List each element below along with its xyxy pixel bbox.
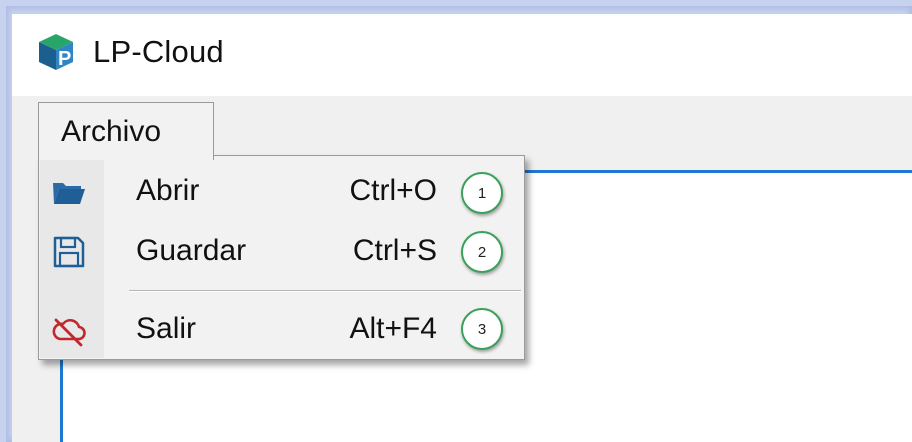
menu-item-label: Guardar <box>136 234 247 267</box>
menu-item-shortcut: Ctrl+O <box>349 174 437 207</box>
callout-badge-3: 3 <box>461 308 503 350</box>
menu-item-label: Abrir <box>136 174 200 207</box>
menu-item-salir[interactable]: Salir Alt+F4 <box>39 300 524 356</box>
menu-item-guardar[interactable]: Guardar Ctrl+S <box>39 222 524 278</box>
folder-open-icon <box>53 183 85 204</box>
callout-badge-1: 1 <box>461 172 503 214</box>
menu-item-shortcut: Ctrl+S <box>352 234 437 267</box>
floppy-disk-icon <box>53 236 85 268</box>
menu-item-label: Salir <box>136 312 197 345</box>
lp-cloud-logo-icon: P <box>39 34 73 70</box>
menu-separator <box>129 290 521 292</box>
title-bar: P LP-Cloud <box>12 14 912 96</box>
cloud-off-icon <box>52 318 86 347</box>
menu-archivo-label: Archivo <box>61 115 162 148</box>
callout-badge-2: 2 <box>461 231 503 273</box>
menu-item-shortcut: Alt+F4 <box>349 312 437 345</box>
menu-item-abrir[interactable]: Abrir Ctrl+O <box>39 162 524 218</box>
svg-text:P: P <box>58 48 71 70</box>
menu-archivo[interactable]: Archivo <box>38 102 214 160</box>
window-title: LP-Cloud <box>93 34 224 69</box>
archivo-dropdown-menu: Abrir Ctrl+O Guardar Ctrl+S Salir Alt+F4 <box>38 155 525 360</box>
